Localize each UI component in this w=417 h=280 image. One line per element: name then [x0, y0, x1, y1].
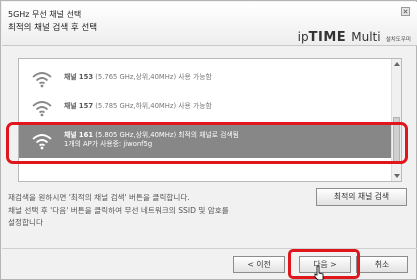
- scroll-down-icon[interactable]: [394, 174, 400, 178]
- brand-subtitle: 설치도우미: [385, 37, 411, 43]
- brand-logo: ipTIME Multi 설치도우미: [298, 26, 411, 45]
- channel-name: 채널 157: [64, 102, 94, 110]
- brand-ip: ip: [297, 30, 309, 44]
- brand-multi: Multi: [351, 30, 381, 44]
- instruction-line: 채널 선택 후 '다음' 버튼을 클릭하여 무선 네트워크의 SSID 및 암호…: [8, 205, 229, 215]
- wifi-icon: [32, 72, 52, 88]
- channel-detail: (5.765 GHz,상위,40MHz) 사용 가능함: [95, 73, 212, 81]
- setup-wizard-window: 5GHz 무선 채널 선택 최적의 채널 검색 후 선택 ipTIME Mult…: [0, 0, 417, 280]
- page-title: 5GHz 무선 채널 선택: [8, 10, 82, 19]
- channel-detail: (5.785 GHz,하위,40MHz) 사용 가능함: [95, 102, 212, 110]
- next-button-highlight: [288, 249, 360, 279]
- close-icon[interactable]: [401, 7, 410, 16]
- page-subtitle: 최적의 채널 검색 후 선택: [8, 23, 98, 33]
- cancel-button[interactable]: 취소: [356, 256, 408, 273]
- pointer-cursor-icon: [314, 265, 324, 280]
- brand-time: TIME: [308, 30, 347, 45]
- instruction-line: 재검색을 원하시면 '최적의 채널 검색' 버튼을 클릭합니다.: [8, 193, 190, 202]
- channel-label: 채널 153 (5.765 GHz,상위,40MHz) 사용 가능함: [64, 73, 212, 82]
- scroll-up-icon[interactable]: [394, 62, 400, 66]
- channel-row[interactable]: 채널 153 (5.765 GHz,상위,40MHz) 사용 가능함: [19, 67, 393, 91]
- channel-name: 채널 153: [64, 73, 94, 81]
- instruction-line: 설정합니다: [8, 218, 43, 227]
- prev-button[interactable]: < 이전: [233, 256, 285, 273]
- instructions: 재검색을 원하시면 '최적의 채널 검색' 버튼을 클릭합니다. 채널 선택 후…: [8, 192, 229, 230]
- wifi-icon: [32, 101, 52, 117]
- channel-row[interactable]: 채널 157 (5.785 GHz,하위,40MHz) 사용 가능함: [19, 96, 393, 120]
- selection-highlight: [6, 122, 408, 164]
- optimal-channel-search-button[interactable]: 최적의 채널 검색: [316, 188, 407, 206]
- wizard-header: 5GHz 무선 채널 선택 최적의 채널 검색 후 선택 ipTIME Mult…: [2, 2, 417, 46]
- channel-label: 채널 157 (5.785 GHz,하위,40MHz) 사용 가능함: [64, 102, 212, 111]
